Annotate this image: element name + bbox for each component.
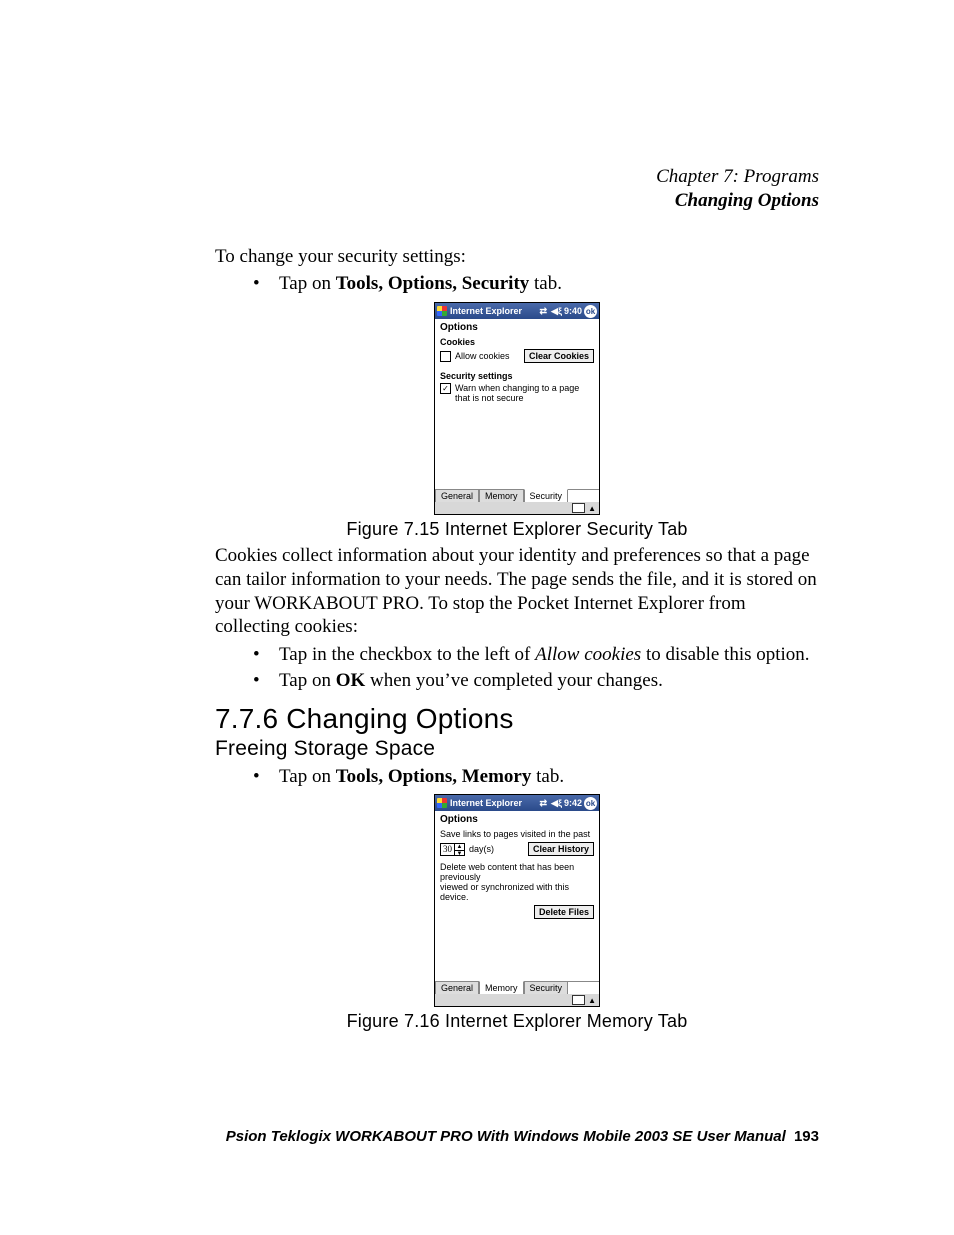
clock-time: 9:40	[564, 306, 582, 316]
tab-strip: General Memory Security	[435, 489, 599, 502]
options-heading: Options	[440, 814, 594, 825]
allow-cookies-label: Allow cookies	[455, 351, 510, 361]
speaker-icon[interactable]: ◀ξ	[551, 798, 562, 809]
delete-content-label: Delete web content that has been previou…	[440, 862, 594, 902]
tab-general[interactable]: General	[435, 982, 479, 994]
delete-files-button[interactable]: Delete Files	[534, 905, 594, 919]
tab-memory[interactable]: Memory	[479, 490, 524, 502]
cookies-paragraph: Cookies collect information about your i…	[215, 544, 819, 639]
intro-text: To change your security settings:	[215, 245, 819, 269]
heading-changing-options: 7.7.6 Changing Options	[215, 703, 819, 735]
connectivity-icon[interactable]: ⇄	[540, 306, 548, 317]
tab-strip: General Memory Security	[435, 981, 599, 994]
options-heading: Options	[440, 322, 594, 333]
titlebar: Internet Explorer ⇄ ◀ξ 9:42 ok	[435, 795, 599, 811]
history-days-value[interactable]: 30	[441, 844, 454, 855]
sip-bar: ▲	[435, 994, 599, 1006]
heading-freeing-storage: Freeing Storage Space	[215, 737, 819, 761]
bullet-security-tab: Tap on Tools, Options, Security tab.	[279, 272, 819, 296]
keyboard-icon[interactable]	[572, 995, 585, 1005]
warn-insecure-label: Warn when changing to a page that is not…	[455, 383, 579, 403]
ok-button[interactable]: ok	[584, 797, 597, 810]
screenshot-memory-tab: Internet Explorer ⇄ ◀ξ 9:42 ok Options S…	[434, 794, 600, 1007]
figure-caption-7-16: Figure 7.16 Internet Explorer Memory Tab	[215, 1011, 819, 1032]
bullet-disable-cookies: Tap in the checkbox to the left of Allow…	[279, 643, 819, 667]
tab-general[interactable]: General	[435, 490, 479, 502]
start-flag-icon[interactable]	[437, 798, 447, 808]
footer-page-number: 193	[794, 1128, 819, 1145]
warn-insecure-checkbox[interactable]: ✓	[440, 383, 451, 394]
clock-time: 9:42	[564, 798, 582, 808]
security-settings-heading: Security settings	[440, 371, 594, 381]
allow-cookies-checkbox[interactable]	[440, 351, 451, 362]
page-footer: Psion Teklogix WORKABOUT PRO With Window…	[215, 1128, 819, 1145]
ok-button[interactable]: ok	[584, 305, 597, 318]
tab-security[interactable]: Security	[524, 982, 569, 994]
clear-cookies-button[interactable]: Clear Cookies	[524, 349, 594, 363]
speaker-icon[interactable]: ◀ξ	[551, 306, 562, 317]
chapter-header: Chapter 7: Programs Changing Options	[215, 165, 819, 213]
clear-history-button[interactable]: Clear History	[528, 842, 594, 856]
tab-security[interactable]: Security	[524, 489, 569, 502]
screenshot-security-tab: Internet Explorer ⇄ ◀ξ 9:40 ok Options C…	[434, 302, 600, 515]
app-title: Internet Explorer	[450, 798, 522, 808]
spin-down-icon[interactable]: ▼	[455, 851, 464, 857]
connectivity-icon[interactable]: ⇄	[540, 798, 548, 809]
sip-bar: ▲	[435, 502, 599, 514]
bullet-memory-tab: Tap on Tools, Options, Memory tab.	[279, 765, 819, 789]
section-line: Changing Options	[215, 189, 819, 213]
app-title: Internet Explorer	[450, 306, 522, 316]
footer-book-title: Psion Teklogix WORKABOUT PRO With Window…	[226, 1128, 786, 1145]
keyboard-icon[interactable]	[572, 503, 585, 513]
sip-arrow-icon[interactable]: ▲	[588, 996, 596, 1005]
tab-memory[interactable]: Memory	[479, 981, 524, 994]
days-label: day(s)	[469, 844, 494, 854]
sip-arrow-icon[interactable]: ▲	[588, 504, 596, 513]
titlebar: Internet Explorer ⇄ ◀ξ 9:40 ok	[435, 303, 599, 319]
chapter-line: Chapter 7: Programs	[215, 165, 819, 189]
cookies-heading: Cookies	[440, 337, 594, 347]
save-links-label: Save links to pages visited in the past	[440, 829, 594, 839]
start-flag-icon[interactable]	[437, 306, 447, 316]
spin-up-icon[interactable]: ▲	[455, 844, 464, 851]
figure-caption-7-15: Figure 7.15 Internet Explorer Security T…	[215, 519, 819, 540]
bullet-tap-ok: Tap on OK when you’ve completed your cha…	[279, 669, 819, 693]
history-days-spinner[interactable]: 30 ▲▼	[440, 843, 465, 856]
